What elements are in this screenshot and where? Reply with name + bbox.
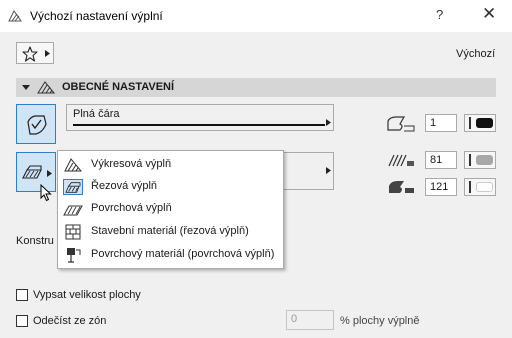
chevron-right-icon [326, 119, 331, 126]
menu-item-cover-fill[interactable]: Povrchová výplň [58, 198, 283, 220]
menu-item-drafting-fill[interactable]: Výkresová výplň [58, 154, 283, 176]
outline-pen-icon [387, 116, 415, 132]
menu-item-label: Povrchová výplň [91, 202, 172, 214]
chevron-right-icon [47, 170, 52, 177]
chevron-right-icon [45, 50, 50, 57]
show-area-checkbox[interactable] [16, 289, 28, 301]
fill-percent-input[interactable]: 0 [286, 310, 334, 330]
menu-item-label: Výkresová výplň [91, 158, 172, 170]
cover-fill-icon [63, 205, 83, 216]
chevron-right-icon [326, 167, 331, 174]
fill-hatch-icon [37, 81, 55, 94]
swatch-divider [469, 181, 471, 193]
cut-fill-icon [22, 165, 42, 179]
background-pen-input[interactable]: 121 [425, 178, 457, 196]
line-type-label: Plná čára [73, 108, 120, 120]
building-material-icon [65, 224, 81, 240]
line-preview [73, 124, 325, 126]
fill-category-menu: Výkresová výplň Řezová výplň Povrchová v… [57, 150, 284, 269]
window-title: Výchozí nastavení výplní [30, 9, 163, 23]
construction-label: Konstru [16, 235, 54, 247]
foreground-pen-color[interactable] [464, 151, 496, 169]
foreground-pen-icon [388, 154, 414, 167]
collapse-triangle-icon [22, 85, 30, 90]
menu-item-label: Řezová výplň [91, 180, 158, 192]
background-color-chip [476, 182, 493, 192]
surface-material-icon [67, 248, 81, 263]
section-general-settings[interactable]: OBECNÉ NASTAVENÍ [16, 78, 496, 97]
menu-item-surface-material[interactable]: Povrchový materiál (povrchová výplň) [58, 244, 283, 266]
menu-item-label: Stavební materiál (řezová výplň) [91, 225, 249, 237]
outline-pen-input[interactable]: 1 [425, 114, 457, 132]
outline-color-chip [476, 118, 493, 128]
menu-item-cut-fill[interactable]: Řezová výplň [58, 176, 283, 198]
foreground-pen-input[interactable]: 81 [425, 151, 457, 169]
fill-type-button[interactable] [16, 104, 56, 144]
app-icon [8, 10, 22, 22]
subtract-from-zones-label: Odečíst ze zón [33, 315, 107, 327]
mouse-cursor-icon [40, 184, 52, 202]
fill-percent-label: % plochy výplně [340, 315, 420, 327]
defaults-label: Výchozí [456, 48, 496, 60]
subtract-from-zones-checkbox[interactable] [16, 315, 28, 327]
section-label: OBECNÉ NASTAVENÍ [62, 81, 175, 93]
swatch-divider [469, 117, 471, 129]
fill-check-icon [27, 115, 47, 135]
favorites-button[interactable] [16, 42, 54, 64]
menu-item-building-material[interactable]: Stavební materiál (řezová výplň) [58, 221, 283, 243]
swatch-divider [469, 154, 471, 166]
background-pen-icon [389, 181, 414, 193]
menu-item-label: Povrchový materiál (povrchová výplň) [91, 248, 275, 260]
show-area-label: Vypsat velikost plochy [33, 289, 141, 301]
star-icon [22, 46, 38, 62]
outline-pen-color[interactable] [464, 114, 496, 132]
line-type-select[interactable]: Plná čára [66, 104, 334, 131]
close-button[interactable]: ✕ [482, 4, 496, 24]
foreground-color-chip [476, 155, 493, 165]
background-pen-color[interactable] [464, 178, 496, 196]
help-button[interactable]: ? [436, 7, 443, 22]
drafting-fill-icon [64, 158, 83, 172]
cut-fill-icon [63, 179, 83, 195]
